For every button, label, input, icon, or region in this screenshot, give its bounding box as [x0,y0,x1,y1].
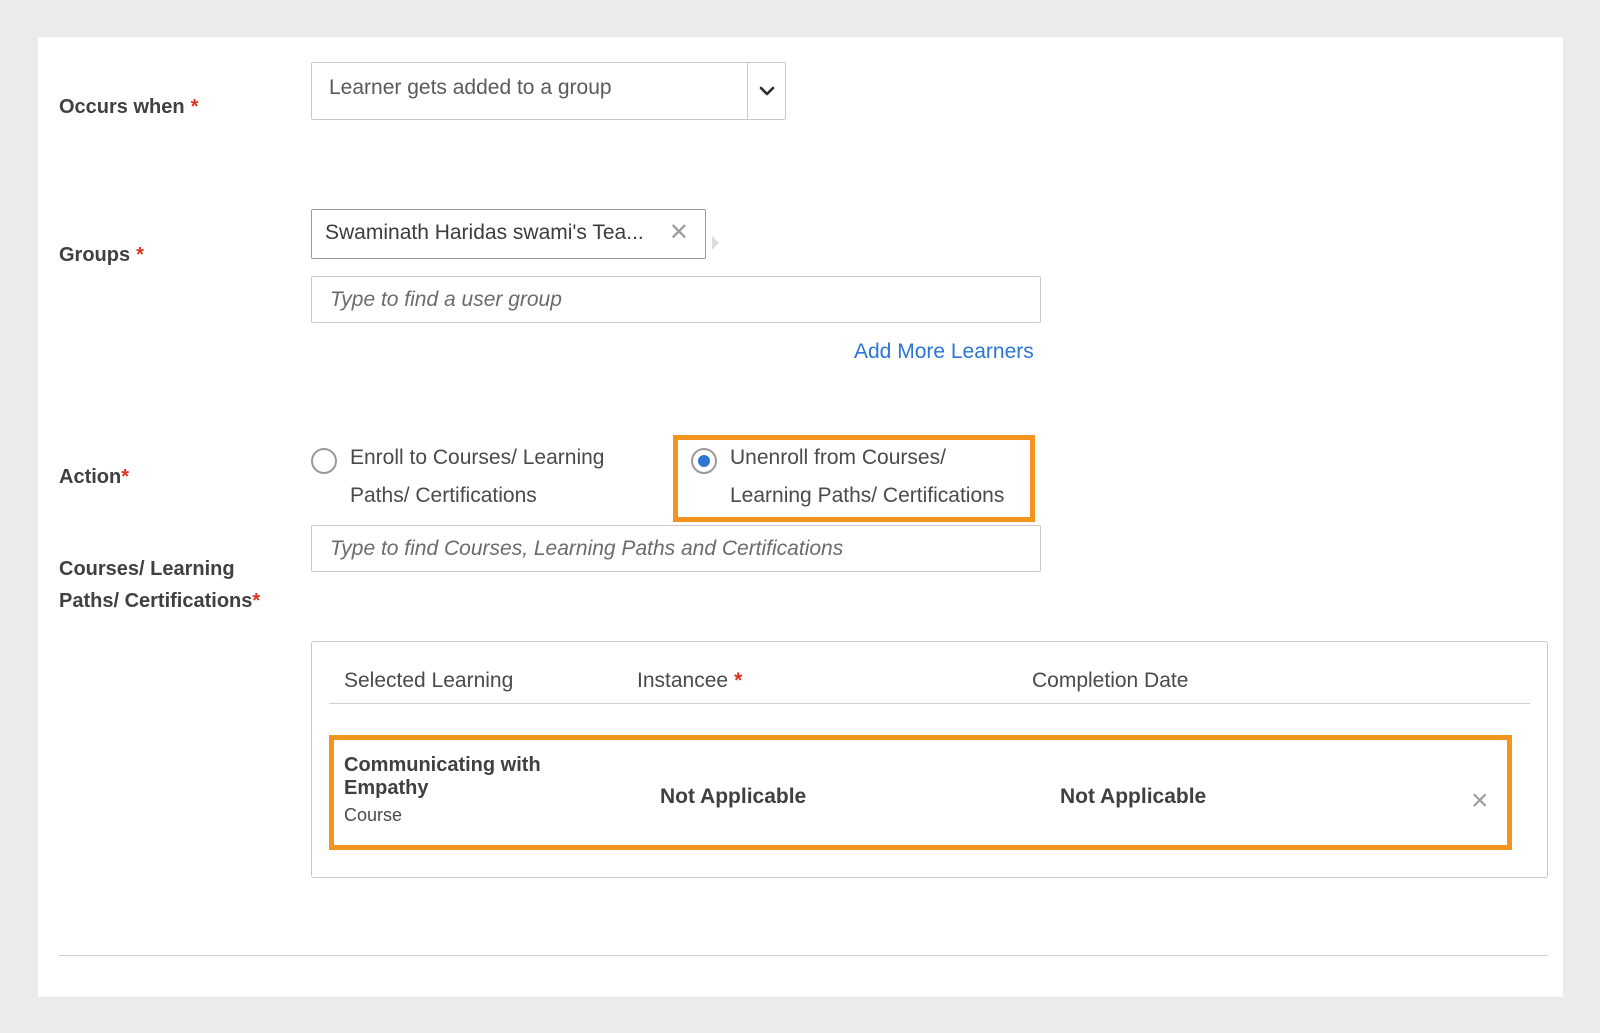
groups-label: Groups * [59,239,144,271]
header-selected-learning: Selected Learning [344,669,514,692]
required-mark: * [252,590,261,612]
action-label: Action* [59,461,129,493]
required-mark: * [121,466,130,488]
selected-group-name: Swaminath Haridas swami's Tea... [325,221,644,244]
required-mark: * [190,96,199,118]
action-label-text: Action [59,466,122,488]
enroll-radio-button[interactable] [311,448,337,474]
header-completion-date: Completion Date [1032,669,1189,692]
enroll-radio-label-line1: Enroll to Courses/ Learning [350,446,605,469]
required-mark: * [734,669,743,692]
row-highlight-box [329,735,1512,850]
groups-label-text: Groups [59,244,131,266]
close-icon[interactable]: ✕ [669,220,689,246]
bottom-divider [59,955,1548,956]
occurs-when-select[interactable]: Learner gets added to a group [311,62,786,120]
occurs-when-label: Occurs when * [59,91,198,123]
learning-label-line1: Courses/ Learning [59,558,235,580]
header-instance: Instancee * [637,669,742,693]
header-divider [329,703,1530,704]
chevron-right-icon [712,236,719,250]
enroll-radio-label-line2: Paths/ Certifications [350,484,537,507]
unenroll-highlight-box [673,435,1035,522]
learning-label: Courses/ Learning Paths/ Certifications* [59,553,260,617]
occurs-when-label-text: Occurs when [59,96,185,118]
learning-search-input[interactable] [311,525,1041,572]
occurs-when-selected-value: Learner gets added to a group [329,76,612,99]
add-more-learners-link[interactable]: Add More Learners [854,340,1034,364]
selected-group-chip: Swaminath Haridas swami's Tea... ✕ [311,209,706,259]
chevron-down-icon[interactable] [747,63,785,119]
required-mark: * [136,244,144,266]
learning-label-line2: Paths/ Certifications [59,590,253,612]
group-search-input[interactable] [311,276,1041,323]
header-instance-text: Instancee [637,669,729,692]
